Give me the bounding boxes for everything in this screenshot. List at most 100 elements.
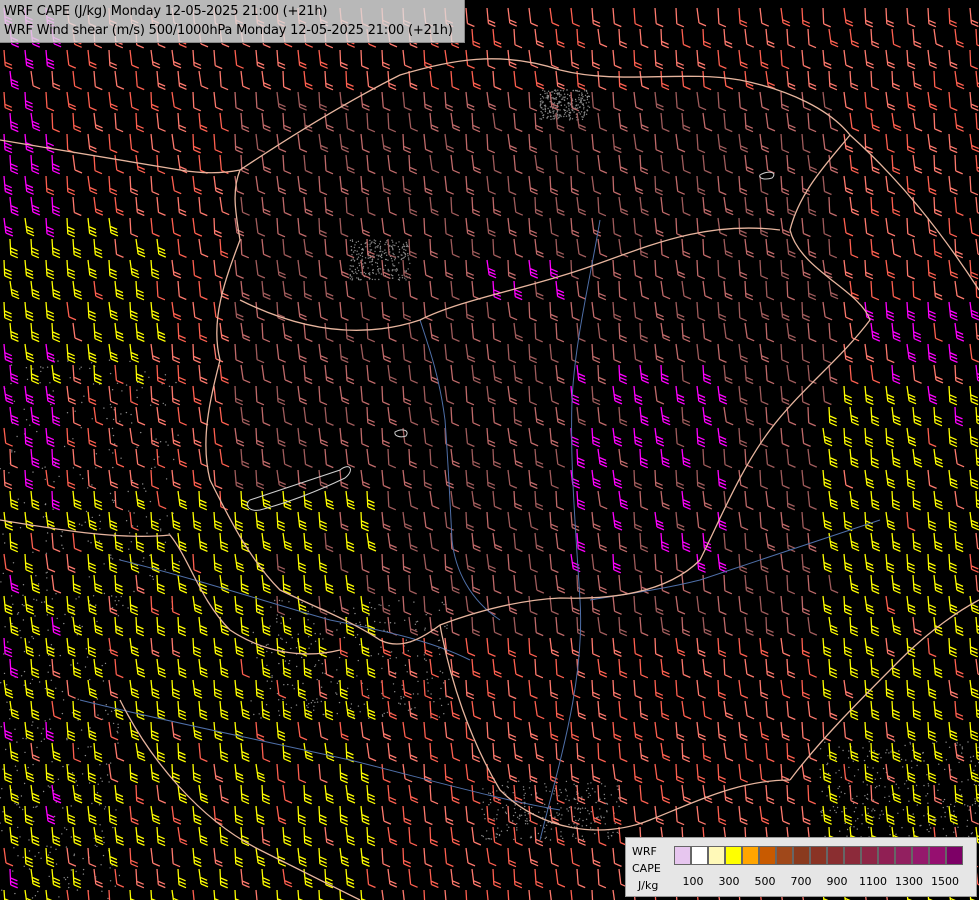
terrain-dot [889, 833, 891, 836]
terrain-dot [313, 623, 315, 625]
terrain-dot [545, 790, 547, 792]
terrain-dot [103, 836, 105, 839]
terrain-dot [110, 406, 113, 408]
terrain-dot [407, 650, 409, 652]
terrain-dot [583, 99, 585, 101]
terrain-dot [562, 837, 564, 840]
terrain-dot [927, 802, 929, 804]
terrain-dot [76, 662, 79, 664]
terrain-dot [544, 831, 546, 833]
terrain-dot [105, 763, 108, 765]
terrain-dot [364, 242, 366, 245]
terrain-dot [109, 372, 112, 375]
terrain-dot [578, 111, 580, 114]
terrain-dot [371, 278, 374, 281]
terrain-dot [560, 94, 562, 96]
terrain-dot [382, 655, 384, 658]
terrain-dot [386, 254, 388, 256]
terrain-dot [558, 114, 561, 116]
terrain-dot [607, 835, 609, 838]
terrain-dot [427, 690, 429, 692]
terrain-dot [546, 92, 548, 94]
terrain-dot [861, 814, 863, 816]
terrain-dot [379, 255, 382, 258]
legend-tick-label: 700 [790, 875, 812, 888]
terrain-dot [821, 790, 823, 793]
terrain-dot [96, 620, 98, 623]
terrain-dot [148, 376, 150, 378]
terrain-dot [360, 243, 362, 246]
terrain-dot [3, 542, 6, 544]
terrain-dot [578, 97, 580, 99]
terrain-dot [506, 785, 508, 788]
terrain-dot [109, 762, 112, 764]
terrain-dot [141, 387, 143, 389]
terrain-dot [943, 798, 946, 801]
terrain-dot [63, 877, 65, 879]
terrain-dot [359, 711, 361, 713]
terrain-dot [969, 756, 972, 758]
terrain-dot [115, 809, 117, 811]
terrain-dot [112, 501, 115, 503]
terrain-dot [856, 828, 858, 830]
terrain-dot [838, 785, 841, 788]
terrain-dot [563, 113, 566, 116]
terrain-dot [827, 762, 829, 764]
terrain-dot [412, 693, 415, 695]
terrain-dot [152, 578, 154, 580]
terrain-dot [873, 750, 875, 752]
terrain-dot [384, 622, 386, 624]
terrain-dot [549, 111, 551, 113]
terrain-dot [544, 803, 546, 806]
terrain-dot [72, 438, 74, 440]
terrain-dot [119, 628, 121, 630]
terrain-dot [133, 590, 135, 593]
terrain-dot [0, 726, 2, 728]
terrain-dot [37, 727, 39, 729]
terrain-dot [316, 698, 318, 700]
terrain-dot [70, 836, 73, 838]
terrain-dot [587, 783, 589, 785]
terrain-dot [407, 257, 410, 259]
terrain-dot [381, 256, 383, 259]
terrain-dot [518, 780, 520, 782]
terrain-dot [844, 822, 846, 824]
terrain-dot [542, 89, 544, 92]
terrain-dot [395, 657, 397, 659]
terrain-dot [150, 404, 152, 406]
terrain-dot [276, 692, 279, 695]
terrain-dot [546, 94, 548, 97]
terrain-dot [61, 690, 64, 693]
terrain-dot [387, 268, 389, 271]
legend-swatch [674, 846, 691, 865]
terrain-dot [6, 701, 8, 703]
terrain-dot [61, 833, 63, 835]
terrain-dot [824, 741, 826, 743]
terrain-dot [86, 656, 89, 658]
terrain-dot [581, 825, 583, 827]
terrain-dot [47, 671, 49, 673]
terrain-dot [349, 239, 352, 242]
terrain-dot [590, 811, 592, 813]
terrain-dot [155, 438, 157, 440]
terrain-dot [250, 700, 252, 702]
terrain-dot [80, 729, 83, 731]
terrain-dot [876, 772, 879, 774]
terrain-dot [93, 837, 96, 839]
terrain-dot [389, 245, 391, 247]
terrain-dot [587, 787, 589, 790]
terrain-dot [31, 678, 34, 681]
terrain-dot [550, 118, 552, 121]
terrain-dot [107, 897, 109, 900]
terrain-dot [594, 791, 596, 793]
terrain-dot [98, 540, 101, 542]
terrain-dot [545, 836, 547, 838]
terrain-dot [97, 783, 99, 785]
terrain-dot [402, 251, 405, 253]
terrain-dot [578, 94, 580, 96]
terrain-dot [49, 728, 52, 730]
terrain-dot [380, 250, 382, 252]
terrain-dot [909, 741, 911, 744]
terrain-dot [581, 835, 583, 837]
terrain-dot [402, 257, 404, 259]
